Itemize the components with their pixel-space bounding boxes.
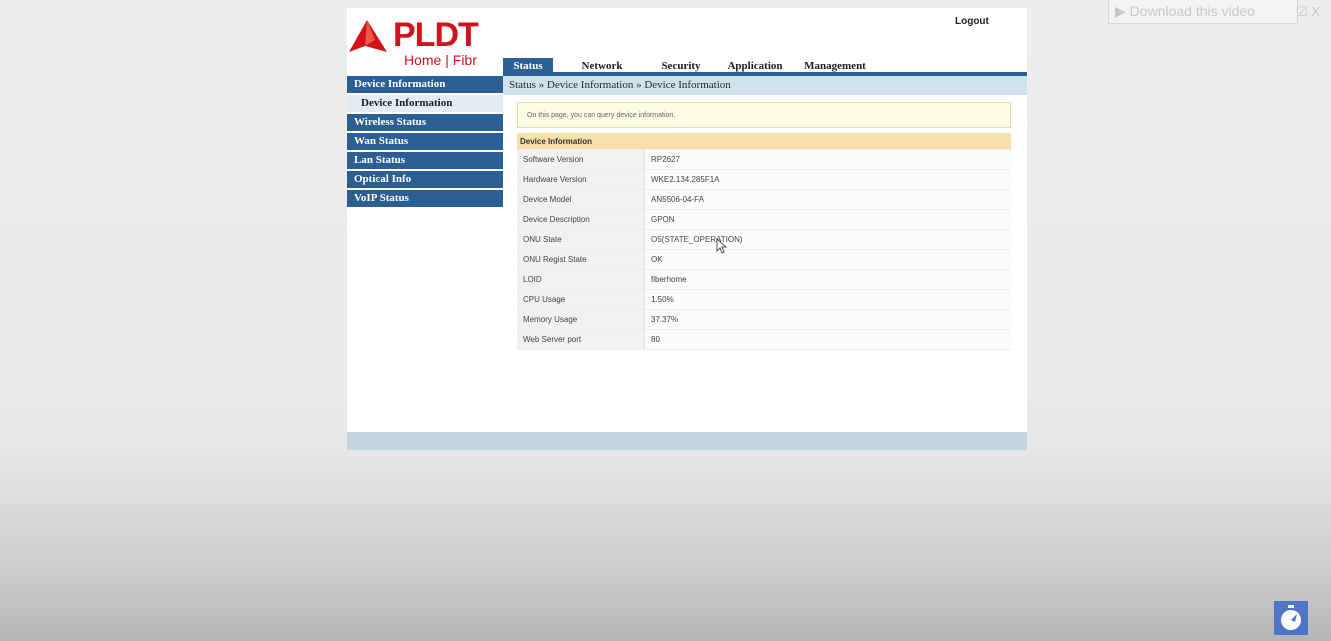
sidebar-item-device-information[interactable]: Device Information (347, 76, 503, 95)
row-value: O5(STATE_OPERATION) (644, 229, 1011, 250)
row-value: RP2627 (644, 149, 1011, 170)
row-label: Device Model (517, 189, 645, 210)
download-video-button[interactable]: ▶ Download this video (1108, 0, 1298, 24)
row-label: ONU Regist State (517, 249, 645, 270)
table-row: ONU Regist State OK (517, 249, 1011, 270)
table-row: LOID fiberhome (517, 269, 1011, 290)
row-value: 80 (644, 329, 1011, 350)
table-row: Memory Usage 37.37% (517, 309, 1011, 330)
row-value: GPON (644, 209, 1011, 230)
brand-name: PLDT (393, 16, 479, 54)
row-label: CPU Usage (517, 289, 645, 310)
pldt-triangle-icon (349, 20, 387, 52)
row-value: OK (644, 249, 1011, 270)
row-label: ONU State (517, 229, 645, 250)
mouse-cursor-icon (716, 238, 728, 254)
sidebar-item-wan-status[interactable]: Wan Status (347, 133, 503, 152)
row-label: Device Description (517, 209, 645, 230)
table-row: ONU State O5(STATE_OPERATION) (517, 229, 1011, 250)
row-label: Hardware Version (517, 169, 645, 190)
table-row: Hardware Version WKE2.134.285F1A (517, 169, 1011, 190)
sidebar-item-wireless-status[interactable]: Wireless Status (347, 114, 503, 133)
row-value: 37.37% (644, 309, 1011, 330)
row-label: LOID (517, 269, 645, 290)
page-footer-bar (347, 432, 1027, 450)
table-row: CPU Usage 1.50% (517, 289, 1011, 310)
router-admin-page: PLDT Home | Fibr Logout Status Network S… (347, 8, 1027, 450)
row-value: WKE2.134.285F1A (644, 169, 1011, 190)
sidebar-item-optical-info[interactable]: Optical Info (347, 171, 503, 190)
sidebar: Device Information Device Information Wi… (347, 76, 503, 209)
sidebar-item-lan-status[interactable]: Lan Status (347, 152, 503, 171)
breadcrumb: Status » Device Information » Device Inf… (503, 76, 1027, 95)
row-label: Web Server port (517, 329, 645, 350)
table-header-row: Device Information (517, 133, 1011, 150)
download-label: Download this video (1129, 3, 1255, 19)
pldt-logo: PLDT Home | Fibr (347, 14, 497, 70)
row-value: AN5506-04-FA (644, 189, 1011, 210)
floating-action-button[interactable] (1274, 601, 1308, 635)
row-value: 1.50% (644, 289, 1011, 310)
sidebar-subitem-device-information[interactable]: Device Information (347, 95, 503, 114)
table-row: Device Description GPON (517, 209, 1011, 230)
row-label: Software Version (517, 149, 645, 170)
row-label: Memory Usage (517, 309, 645, 330)
table-title: Device Information (517, 133, 1011, 150)
brand-tagline: Home | Fibr (404, 52, 477, 68)
overlay-close-button[interactable]: ☑ X (1296, 4, 1320, 20)
row-value: fiberhome (644, 269, 1011, 290)
table-row: Web Server port 80 (517, 329, 1011, 350)
table-row: Device Model AN5506-04-FA (517, 189, 1011, 210)
sidebar-item-voip-status[interactable]: VoIP Status (347, 190, 503, 209)
info-notice: On this page, you can query device infor… (517, 102, 1011, 128)
logout-link[interactable]: Logout (955, 16, 989, 27)
device-info-table: Device Information Software Version RP262… (517, 133, 1011, 350)
table-row: Software Version RP2627 (517, 149, 1011, 170)
stopwatch-icon (1281, 605, 1301, 630)
play-icon: ▶ (1115, 3, 1126, 19)
